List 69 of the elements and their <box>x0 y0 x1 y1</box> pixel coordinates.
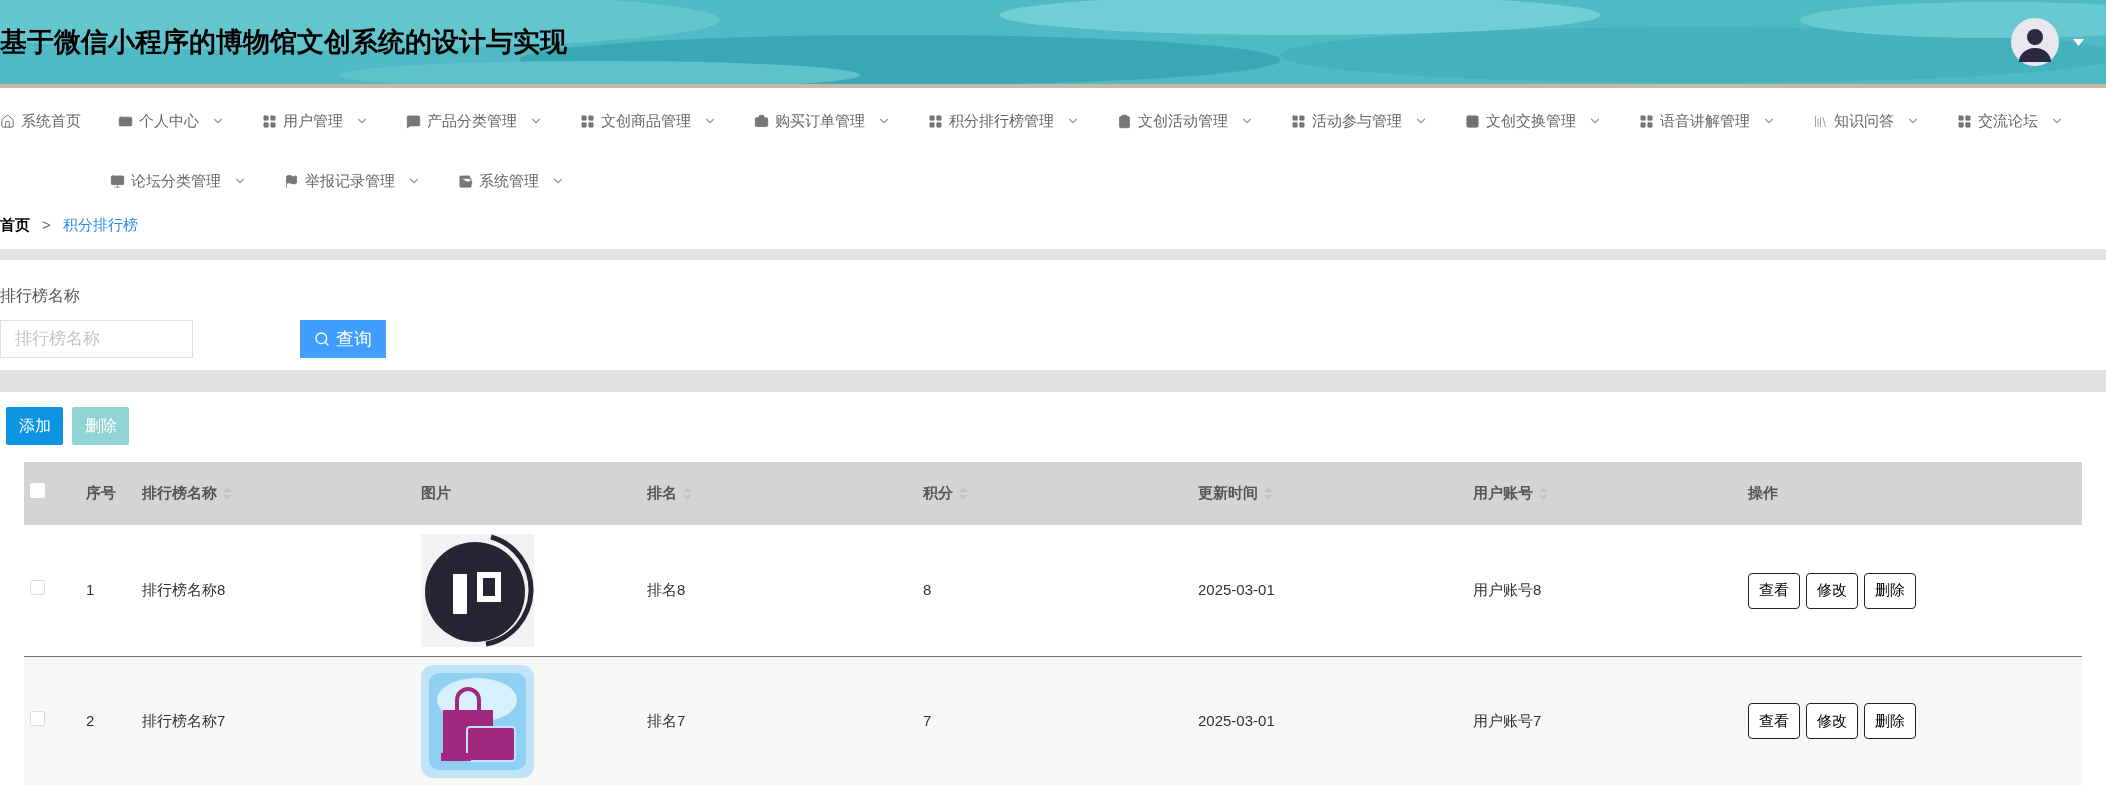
nav-menu-item[interactable]: 文创交换管理 <box>1465 101 1602 141</box>
flag-icon <box>284 173 299 189</box>
nav-menu-item[interactable]: 交流论坛 <box>1957 101 2064 141</box>
points-cell: 8 <box>923 581 932 599</box>
avatar[interactable] <box>2011 18 2059 66</box>
books-icon <box>1813 113 1828 129</box>
monitor-icon <box>110 173 125 189</box>
rank-cell: 排名7 <box>647 711 686 729</box>
name-cell: 排行榜名称8 <box>142 581 226 599</box>
account-cell: 用户账号7 <box>1473 711 1542 729</box>
column-header: 序号 <box>86 483 116 504</box>
nav-menu-item[interactable]: 个人中心 <box>118 101 225 141</box>
nav-menu-item[interactable]: 积分排行榜管理 <box>928 101 1080 141</box>
nav-menu-item[interactable]: 用户管理 <box>262 101 369 141</box>
row-action-button[interactable]: 修改 <box>1806 703 1858 739</box>
chat-icon <box>406 113 421 129</box>
name-cell: 排行榜名称7 <box>142 711 226 729</box>
column-header[interactable]: 排名 <box>647 482 677 505</box>
wallet-icon <box>458 173 473 189</box>
nav-menu-item[interactable]: 论坛分类管理 <box>110 161 247 201</box>
breadcrumb-separator: > <box>42 214 51 235</box>
field-label: 排行榜名称 <box>0 286 81 306</box>
grid-icon <box>262 113 277 129</box>
home-icon <box>0 113 15 129</box>
nav-menu-item[interactable]: 系统管理 <box>458 161 565 201</box>
nav-menu-item[interactable]: 产品分类管理 <box>406 101 543 141</box>
row-action-button[interactable]: 删除 <box>1864 703 1916 739</box>
column-header: 操作 <box>1748 483 1778 504</box>
grid-icon <box>580 113 595 129</box>
date-cell: 2025-03-01 <box>1198 581 1275 599</box>
search-field[interactable]: 排行榜名称 <box>0 320 193 358</box>
column-header[interactable]: 更新时间 <box>1198 482 1258 505</box>
search-icon <box>314 331 330 347</box>
breadcrumb-link[interactable]: 积分排行榜 <box>62 213 138 237</box>
rank-cell: 排名8 <box>647 581 686 599</box>
column-header: 图片 <box>421 483 451 504</box>
nav-menu-item[interactable]: 购买订单管理 <box>754 101 891 141</box>
row-action-button[interactable]: 查看 <box>1748 572 1800 609</box>
clipboard-icon <box>1117 113 1132 129</box>
grid-icon <box>928 113 943 129</box>
row-action-button[interactable]: 删除 <box>1864 572 1916 609</box>
nav-menu-item[interactable]: 活动参与管理 <box>1291 101 1428 141</box>
nav-menu-item[interactable]: 语音讲解管理 <box>1639 101 1776 141</box>
app-title: 基于微信小程序的博物馆文创系统的设计与实现 <box>0 28 567 56</box>
row-action-button[interactable]: 查看 <box>1748 703 1800 739</box>
card-icon <box>118 113 133 129</box>
index-cell: 1 <box>86 581 95 599</box>
grid-icon <box>1639 113 1654 129</box>
index-cell: 2 <box>86 711 95 729</box>
account-cell: 用户账号8 <box>1473 581 1542 599</box>
column-header[interactable]: 积分 <box>923 482 953 505</box>
briefcase-icon <box>754 113 769 129</box>
grid-icon <box>1465 113 1480 129</box>
row-action-button[interactable]: 修改 <box>1806 572 1858 609</box>
nav-menu-item[interactable]: 知识问答 <box>1813 101 1920 141</box>
grid-icon <box>1957 113 1972 129</box>
nav-menu-item[interactable]: 文创商品管理 <box>580 101 717 141</box>
breadcrumb-link[interactable]: 首页 <box>0 213 30 237</box>
points-cell: 7 <box>923 711 932 729</box>
checkbox[interactable] <box>30 580 45 596</box>
date-cell: 2025-03-01 <box>1198 711 1275 729</box>
nav-menu-item[interactable]: 系统首页 <box>0 101 81 141</box>
checkbox[interactable] <box>30 710 45 726</box>
nav-menu-item[interactable]: 文创活动管理 <box>1117 101 1254 141</box>
add-button[interactable]: 添加 <box>6 407 63 445</box>
column-header[interactable]: 排行榜名称 <box>142 482 217 505</box>
nav-menu-item[interactable]: 举报记录管理 <box>284 161 421 201</box>
grid-icon <box>1291 113 1306 129</box>
column-header[interactable]: 用户账号 <box>1473 482 1533 505</box>
